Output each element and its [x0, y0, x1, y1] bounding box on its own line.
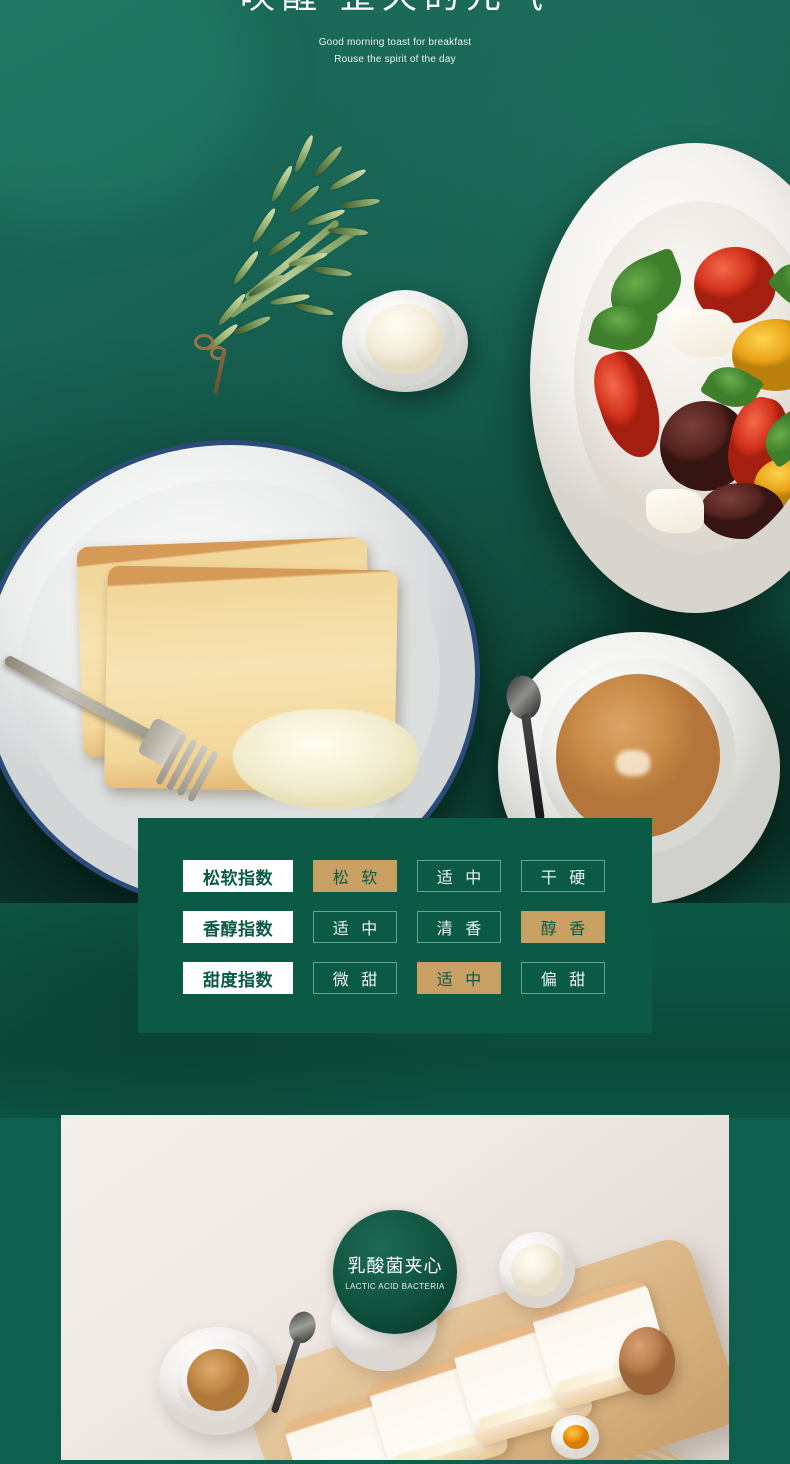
index-option-sweetness-2[interactable]: 偏 甜 — [521, 962, 605, 994]
index-label-sweetness: 甜度指数 — [183, 962, 293, 994]
hero-subtitle-line2: Rouse the spirit of the day — [334, 54, 456, 65]
brown-egg-icon — [619, 1327, 675, 1395]
lactic-acid-badge: 乳酸菌夹心 LACTIC ACID BACTERIA — [333, 1210, 457, 1334]
hero-title-part1: 唤醒 — [240, 0, 324, 16]
index-row-softness: 松软指数 松 软 适 中 干 硬 — [183, 860, 605, 892]
index-label-softness: 松软指数 — [183, 860, 293, 892]
index-label-aroma: 香醇指数 — [183, 911, 293, 943]
index-option-softness-2[interactable]: 干 硬 — [521, 860, 605, 892]
cream-filling — [231, 707, 419, 811]
tomato-salad-bowl-icon — [530, 143, 790, 613]
index-option-sweetness-0[interactable]: 微 甜 — [313, 962, 397, 994]
index-row-aroma: 香醇指数 适 中 清 香 醇 香 — [183, 911, 605, 943]
index-option-aroma-0[interactable]: 适 中 — [313, 911, 397, 943]
hero-title-part2: 整天的元气 — [340, 0, 550, 16]
creamer-jug-icon — [499, 1232, 575, 1310]
badge-title-cn: 乳酸菌夹心 — [347, 1255, 443, 1276]
milk-jug-icon — [342, 288, 468, 396]
hero-title: 唤醒整天的元气 — [0, 0, 790, 20]
twine-tie-icon — [194, 334, 248, 394]
index-option-aroma-2[interactable]: 醇 香 — [521, 911, 605, 943]
index-option-softness-0[interactable]: 松 软 — [313, 860, 397, 892]
index-option-aroma-1[interactable]: 清 香 — [417, 911, 501, 943]
hero-subtitle: Good morning toast for breakfast Rouse t… — [0, 34, 790, 68]
coffee-cup-icon — [159, 1327, 277, 1439]
hero-photo-section: 唤醒整天的元气 Good morning toast for breakfast… — [0, 0, 790, 906]
badge-title-en: LACTIC ACID BACTERIA — [345, 1281, 445, 1291]
hero-subtitle-line1: Good morning toast for breakfast — [318, 37, 472, 48]
index-row-sweetness: 甜度指数 微 甜 适 中 偏 甜 — [183, 962, 605, 994]
taste-index-panel: 松软指数 松 软 适 中 干 硬 香醇指数 适 中 清 香 醇 香 甜度指数 微… — [138, 818, 652, 1033]
index-option-sweetness-1[interactable]: 适 中 — [417, 962, 501, 994]
soft-boiled-egg-half-icon — [551, 1415, 599, 1459]
index-option-softness-1[interactable]: 适 中 — [417, 860, 501, 892]
product-detail-page: 唤醒整天的元气 Good morning toast for breakfast… — [0, 0, 790, 1464]
